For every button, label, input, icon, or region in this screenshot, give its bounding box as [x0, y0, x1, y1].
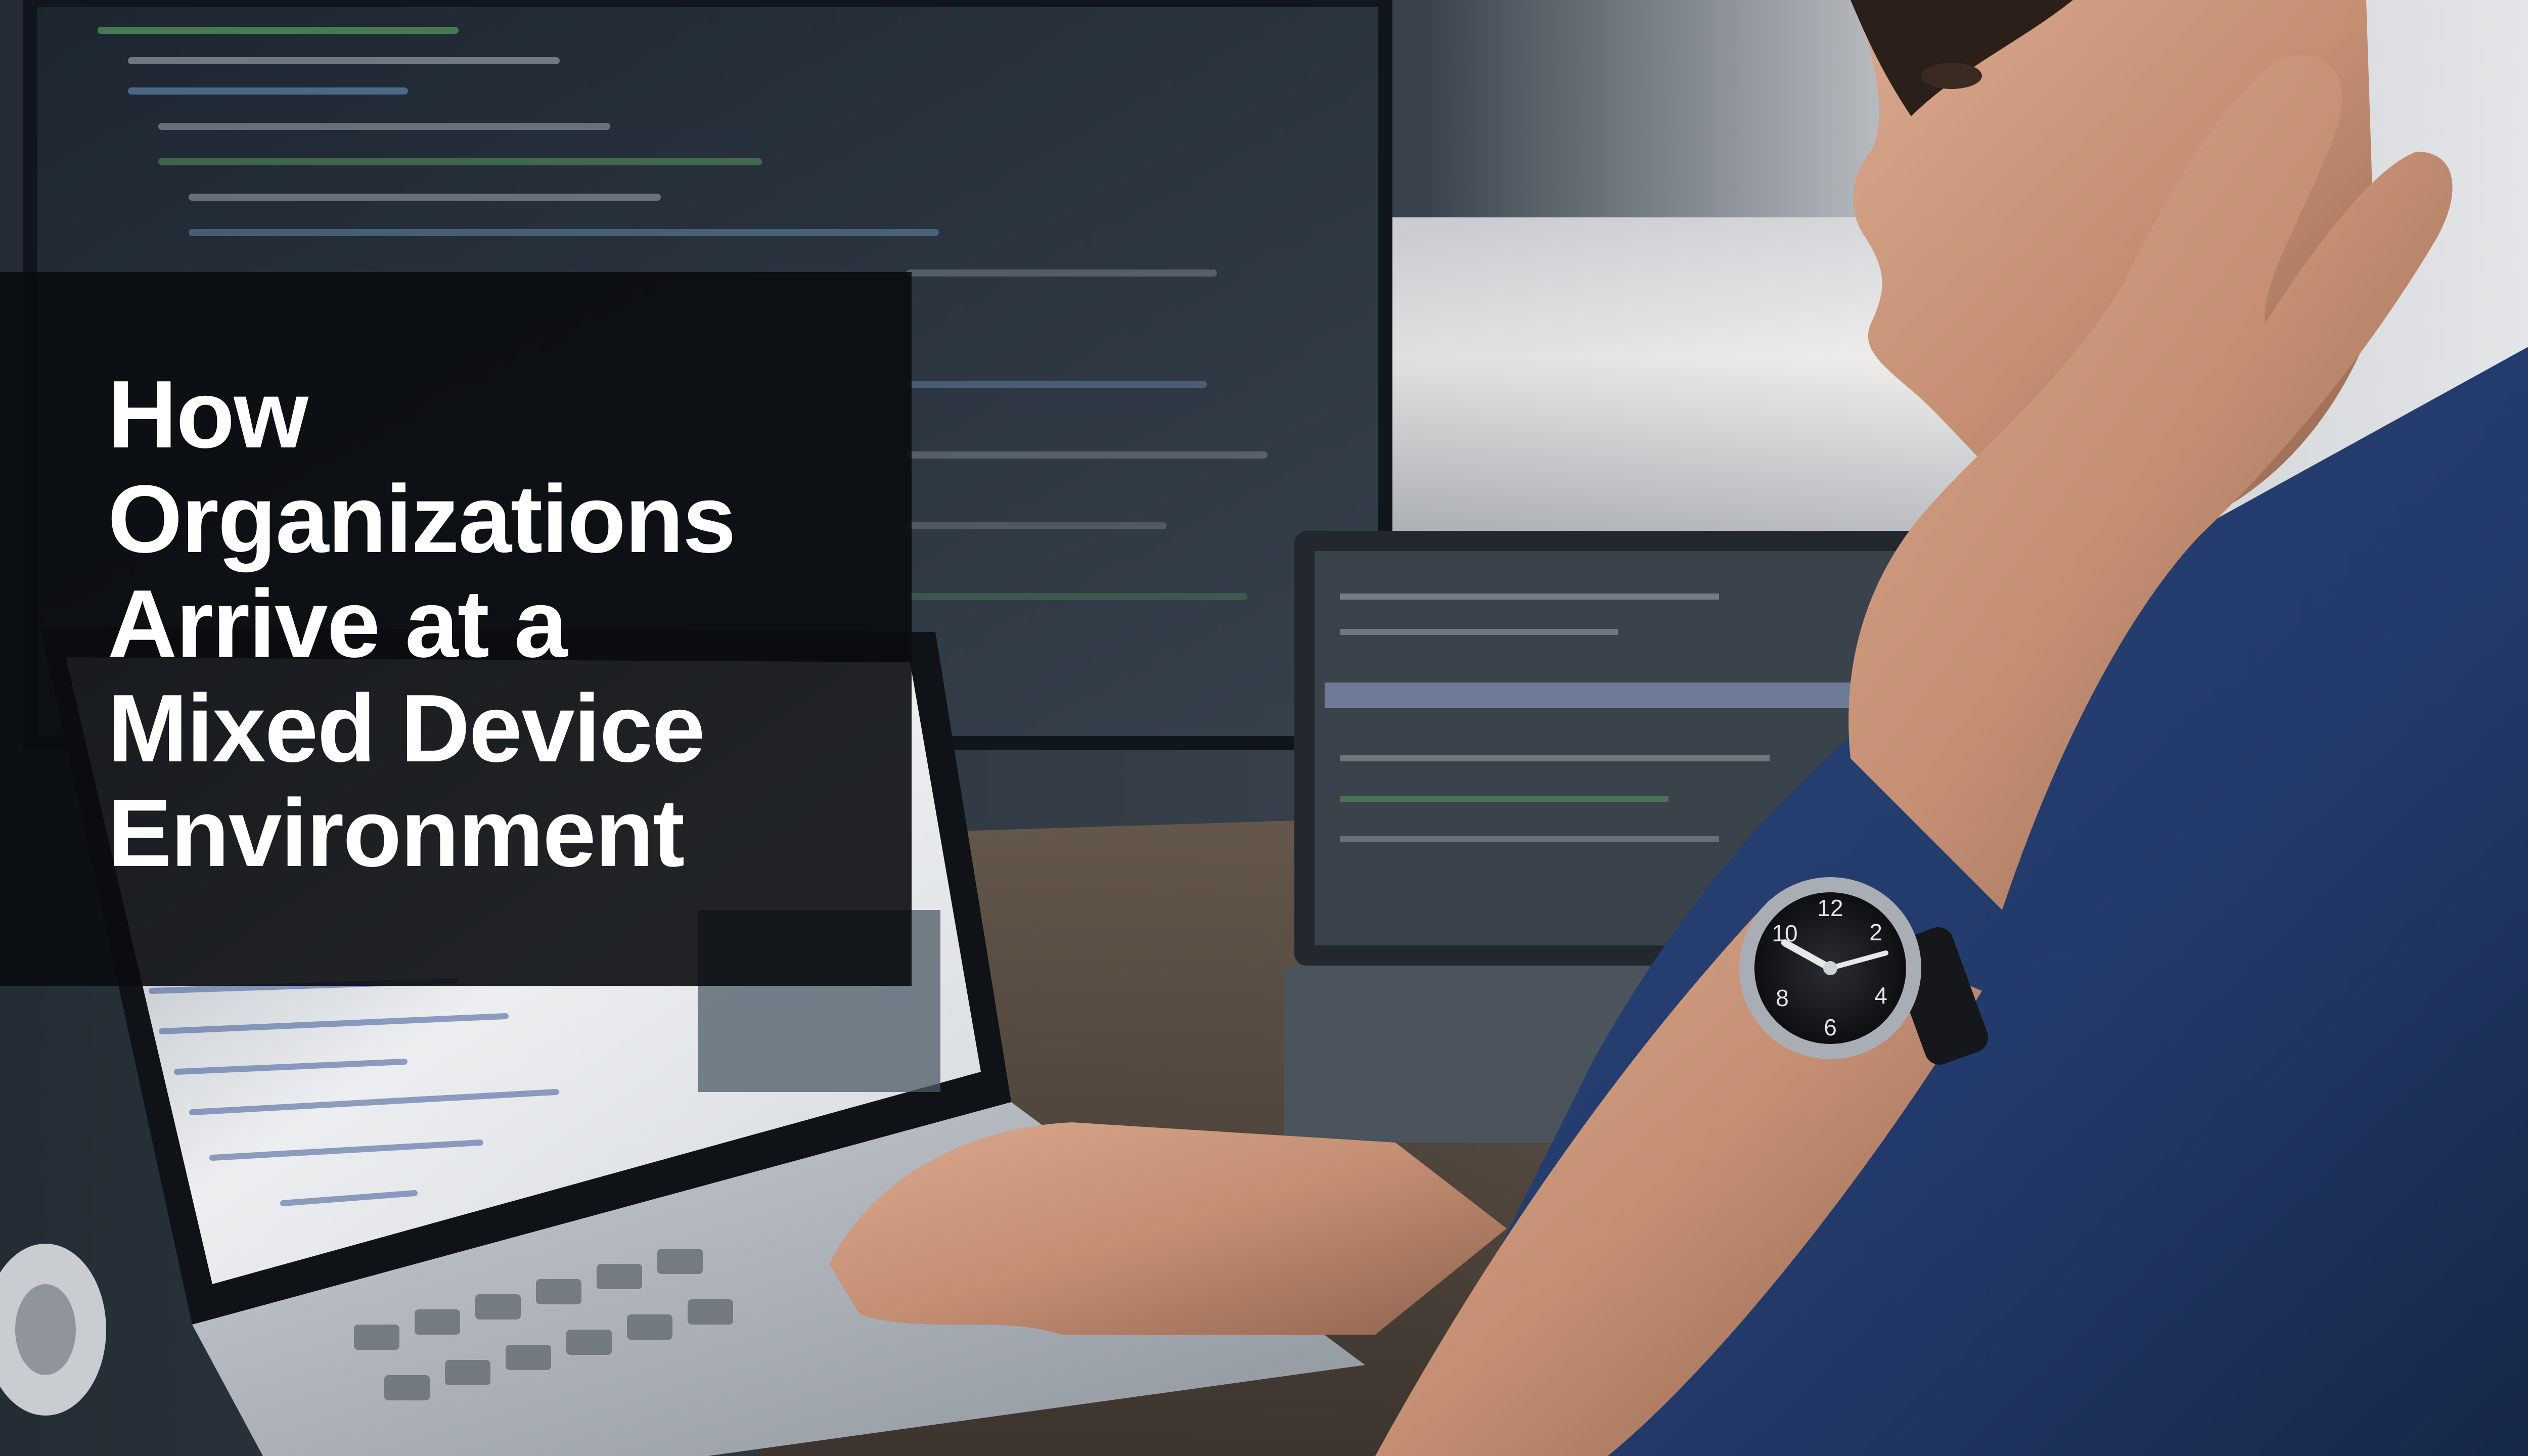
watch-numeral-6: 6 [1824, 1014, 1837, 1040]
headline-line: Environment [108, 780, 685, 887]
watch-numeral-12: 12 [1817, 895, 1843, 921]
headline-line: How [108, 361, 308, 468]
headline-line: Arrive at a [108, 570, 567, 677]
headline-line: Organizations [108, 466, 736, 573]
headline-line: Mixed Device [108, 675, 705, 782]
watch-numeral-8: 8 [1776, 985, 1789, 1011]
headline: How Organizations Arrive at a Mixed Devi… [108, 362, 896, 886]
watch-numeral-2: 2 [1869, 919, 1882, 945]
watch-numeral-10: 10 [1772, 920, 1797, 946]
eye [1921, 63, 1982, 89]
watch-numeral-4: 4 [1874, 982, 1887, 1009]
